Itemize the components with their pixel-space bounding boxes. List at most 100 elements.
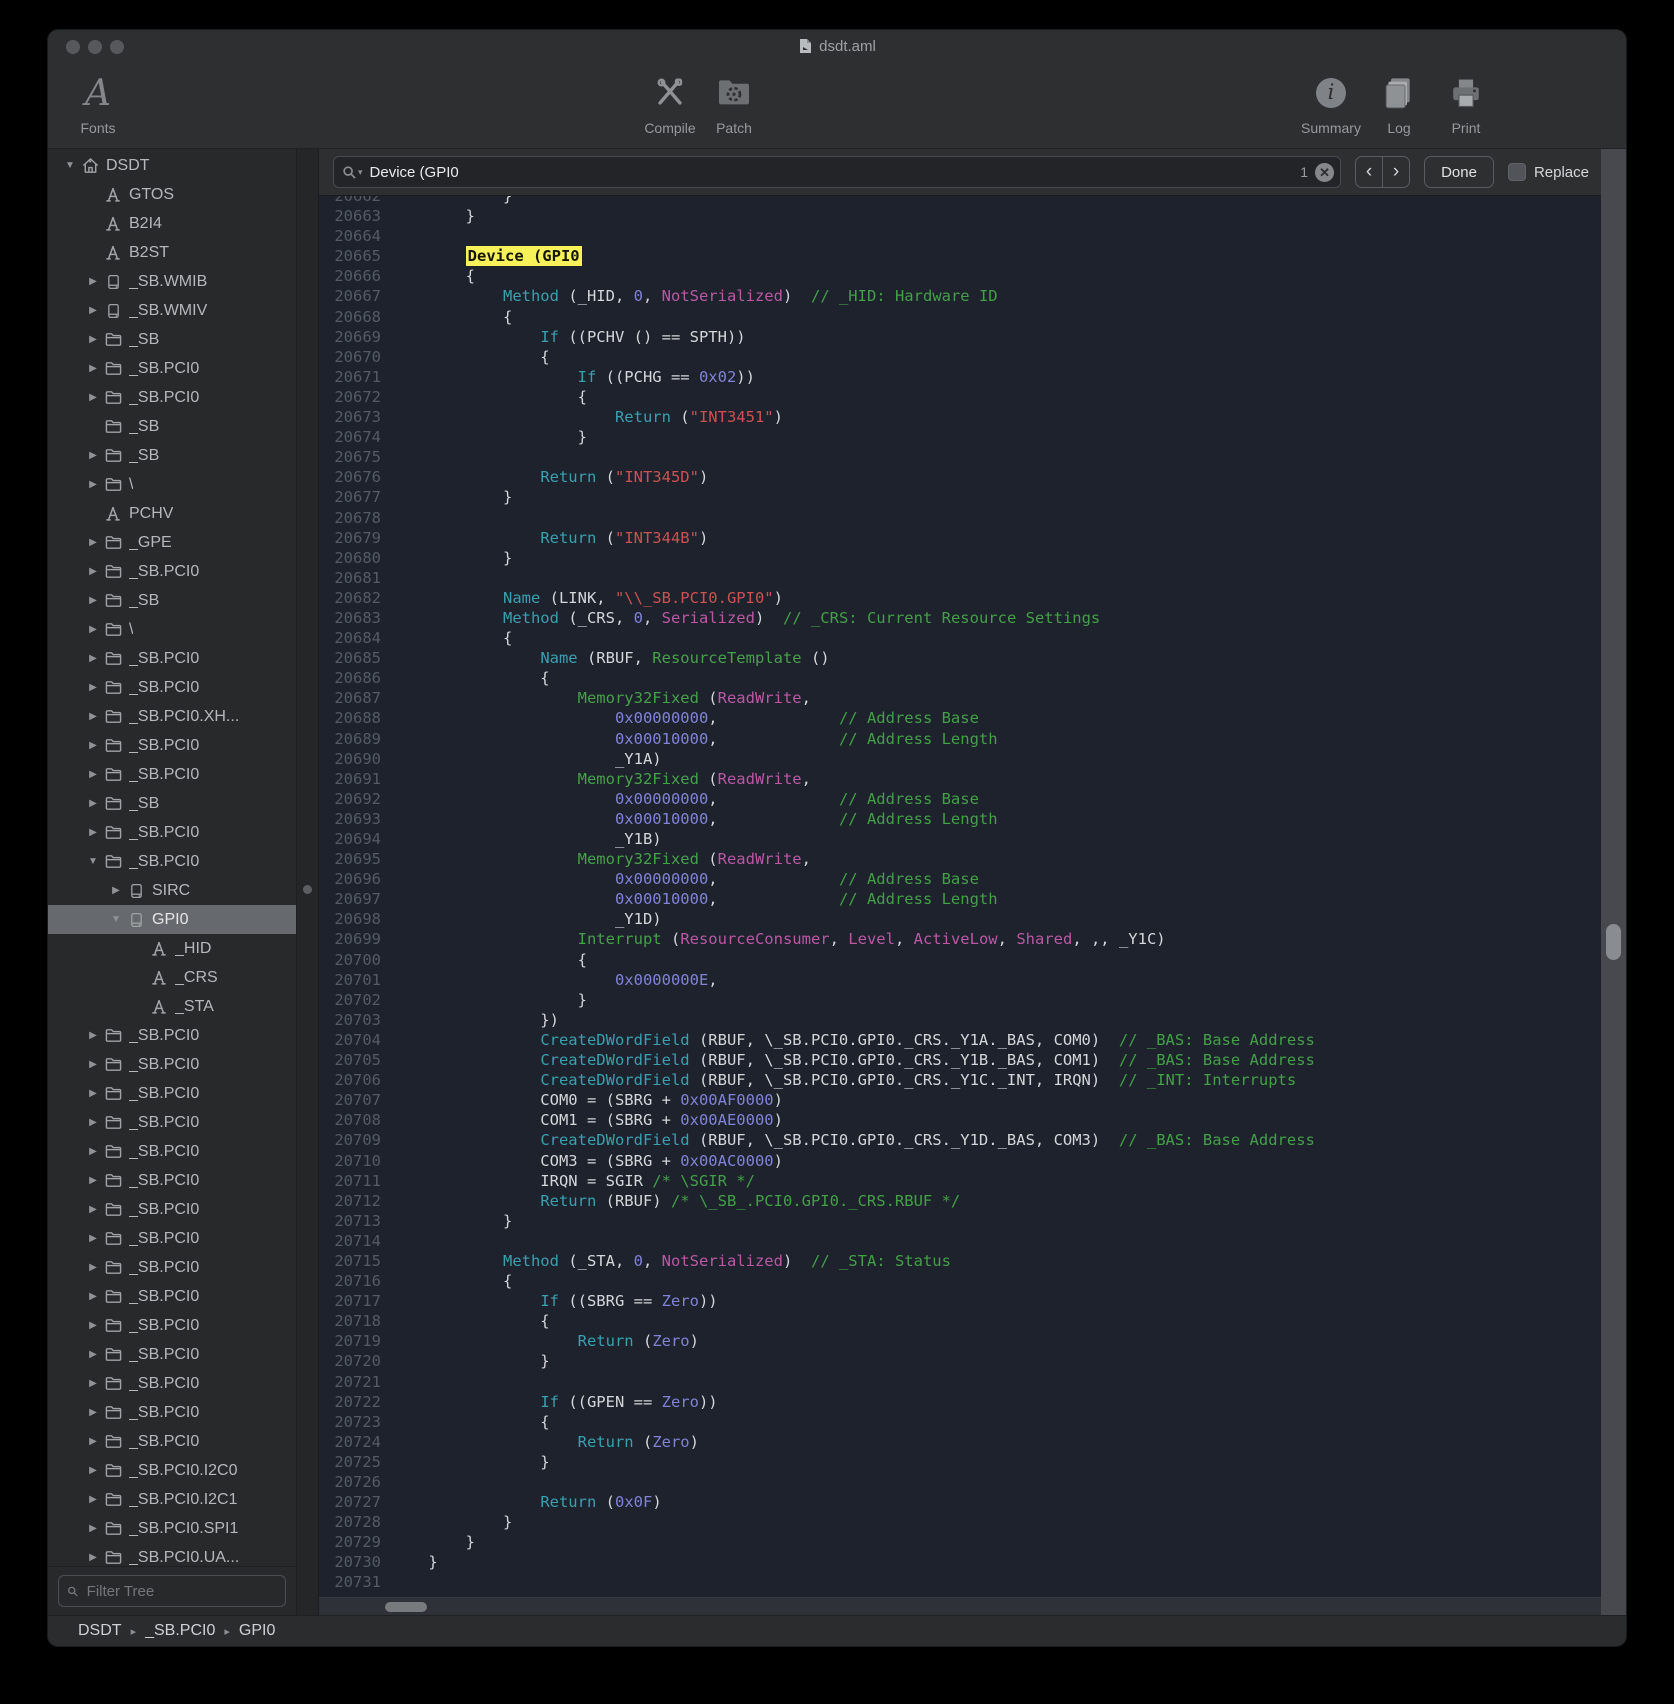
search-menu-chevron-icon[interactable]: ▾ (358, 167, 363, 178)
code-line[interactable]: 20667 Method (_HID, 0, NotSerialized) //… (319, 286, 1601, 306)
disclosure-right-icon[interactable]: ▶ (108, 885, 124, 896)
disclosure-right-icon[interactable]: ▶ (85, 740, 101, 751)
tree-item-sbpci0[interactable]: ▶_SB.PCI0 (48, 644, 296, 673)
code-line[interactable]: 20712 Return (RBUF) /* \_SB_.PCI0.GPI0._… (319, 1191, 1601, 1211)
disclosure-down-icon[interactable]: ▼ (62, 160, 78, 171)
code-line[interactable]: 20705 CreateDWordField (RBUF, \_SB.PCI0.… (319, 1050, 1601, 1070)
disclosure-right-icon[interactable]: ▶ (85, 1233, 101, 1244)
tree-item-sbpci0[interactable]: ▶_SB.PCI0 (48, 557, 296, 586)
vertical-scrollbar[interactable] (1601, 149, 1626, 1615)
disclosure-right-icon[interactable]: ▶ (85, 1262, 101, 1273)
filter-field[interactable] (58, 1575, 286, 1607)
fonts-button[interactable]: A Fonts (66, 68, 130, 136)
patch-button[interactable]: Patch (706, 68, 762, 136)
summary-button[interactable]: i Summary (1298, 68, 1364, 136)
tree-item-dsdt[interactable]: ▼DSDT (48, 151, 296, 180)
disclosure-right-icon[interactable]: ▶ (85, 276, 101, 287)
code-line[interactable]: 20673 Return ("INT3451") (319, 407, 1601, 427)
code-line[interactable]: 20714 (319, 1231, 1601, 1251)
code-line[interactable]: 20716 { (319, 1271, 1601, 1291)
tree-item-sbpci0[interactable]: ▶_SB.PCI0 (48, 1369, 296, 1398)
code-line[interactable]: 20709 CreateDWordField (RBUF, \_SB.PCI0.… (319, 1130, 1601, 1150)
tree-item-sb[interactable]: ▶_SB (48, 586, 296, 615)
tree-item-gtos[interactable]: GTOS (48, 180, 296, 209)
tree-item-sbpci0[interactable]: ▶_SB.PCI0 (48, 1050, 296, 1079)
code-line[interactable]: 20725 } (319, 1452, 1601, 1472)
splitter-handle-icon[interactable] (303, 885, 312, 894)
disclosure-right-icon[interactable]: ▶ (85, 1117, 101, 1128)
code-line[interactable]: 20671 If ((PCHG == 0x02)) (319, 367, 1601, 387)
tree-item-sbpci0i2c1[interactable]: ▶_SB.PCI0.I2C1 (48, 1485, 296, 1514)
tree-item-sbwmiv[interactable]: ▶_SB.WMIV (48, 296, 296, 325)
tree-item-sb[interactable]: ▶_SB (48, 789, 296, 818)
code-line[interactable]: 20687 Memory32Fixed (ReadWrite, (319, 688, 1601, 708)
breadcrumb-item-root[interactable]: DSDT (78, 1622, 122, 1640)
disclosure-right-icon[interactable]: ▶ (85, 334, 101, 345)
find-field[interactable]: ▾ 1 ✕ (333, 156, 1341, 188)
disclosure-right-icon[interactable]: ▶ (85, 1175, 101, 1186)
filter-tree-input[interactable] (85, 1582, 277, 1601)
code-line[interactable]: 20683 Method (_CRS, 0, Serialized) // _C… (319, 608, 1601, 628)
disclosure-right-icon[interactable]: ▶ (85, 1204, 101, 1215)
disclosure-right-icon[interactable]: ▶ (85, 1291, 101, 1302)
code-line[interactable]: 20698 _Y1D) (319, 909, 1601, 929)
code-line[interactable]: 20676 Return ("INT345D") (319, 467, 1601, 487)
disclosure-right-icon[interactable]: ▶ (85, 305, 101, 316)
code-line[interactable]: 20695 Memory32Fixed (ReadWrite, (319, 849, 1601, 869)
tree-item-sbpci0[interactable]: ▶_SB.PCI0 (48, 818, 296, 847)
disclosure-right-icon[interactable]: ▶ (85, 1349, 101, 1360)
disclosure-right-icon[interactable]: ▶ (85, 1407, 101, 1418)
tree-item-b2st[interactable]: B2ST (48, 238, 296, 267)
tree-item-sbpci0xh[interactable]: ▶_SB.PCI0.XH... (48, 702, 296, 731)
disclosure-right-icon[interactable]: ▶ (85, 1146, 101, 1157)
tree-item-sirc[interactable]: ▶SIRC (48, 876, 296, 905)
code-line[interactable]: 20713 } (319, 1211, 1601, 1231)
tree-item-sbpci0i2c0[interactable]: ▶_SB.PCI0.I2C0 (48, 1456, 296, 1485)
code-line[interactable]: 20693 0x00010000, // Address Length (319, 809, 1601, 829)
code-line[interactable]: 20684 { (319, 628, 1601, 648)
code-line[interactable]: 20696 0x00000000, // Address Base (319, 869, 1601, 889)
tree-item-b2i4[interactable]: B2I4 (48, 209, 296, 238)
tree-item-sbpci0ua[interactable]: ▶_SB.PCI0.UA... (48, 1543, 296, 1566)
code-line[interactable]: 20708 COM1 = (SBRG + 0x00AE0000) (319, 1110, 1601, 1130)
tree-item-sbpci0[interactable]: ▶_SB.PCI0 (48, 760, 296, 789)
code-line[interactable]: 20703 }) (319, 1010, 1601, 1030)
disclosure-right-icon[interactable]: ▶ (85, 1320, 101, 1331)
tree-item-sbpci0[interactable]: ▼_SB.PCI0 (48, 847, 296, 876)
tree-item-sbpci0[interactable]: ▶_SB.PCI0 (48, 1137, 296, 1166)
disclosure-right-icon[interactable]: ▶ (85, 1552, 101, 1563)
disclosure-right-icon[interactable]: ▶ (85, 1378, 101, 1389)
code-line[interactable]: 20677 } (319, 487, 1601, 507)
disclosure-right-icon[interactable]: ▶ (85, 653, 101, 664)
code-line[interactable]: 20664 (319, 226, 1601, 246)
tree-item-sbpci0[interactable]: ▶_SB.PCI0 (48, 1340, 296, 1369)
replace-checkbox[interactable] (1508, 163, 1526, 181)
code-line[interactable]: 20688 0x00000000, // Address Base (319, 708, 1601, 728)
disclosure-right-icon[interactable]: ▶ (85, 363, 101, 374)
code-line[interactable]: 20726 (319, 1472, 1601, 1492)
code-line[interactable]: 20710 COM3 = (SBRG + 0x00AC0000) (319, 1151, 1601, 1171)
find-previous-button[interactable]: ‹ (1356, 157, 1383, 187)
code-line[interactable]: 20729 } (319, 1532, 1601, 1552)
done-button[interactable]: Done (1424, 156, 1494, 188)
horizontal-scrollbar-thumb[interactable] (385, 1602, 427, 1612)
print-button[interactable]: Print (1440, 68, 1492, 136)
tree-item-sbpci0[interactable]: ▶_SB.PCI0 (48, 1398, 296, 1427)
code-line[interactable]: 20681 (319, 568, 1601, 588)
code-line[interactable]: 20685 Name (RBUF, ResourceTemplate () (319, 648, 1601, 668)
tree-item-sbpci0[interactable]: ▶_SB.PCI0 (48, 1166, 296, 1195)
disclosure-right-icon[interactable]: ▶ (85, 1088, 101, 1099)
code-line[interactable]: 20721 (319, 1372, 1601, 1392)
tree-item-sbpci0[interactable]: ▶_SB.PCI0 (48, 1427, 296, 1456)
tree-item-sb[interactable]: _SB (48, 412, 296, 441)
code-line[interactable]: 20718 { (319, 1311, 1601, 1331)
code-line[interactable]: 20700 { (319, 950, 1601, 970)
code-line[interactable]: 20699 Interrupt (ResourceConsumer, Level… (319, 929, 1601, 949)
code-line[interactable]: 20724 Return (Zero) (319, 1432, 1601, 1452)
disclosure-right-icon[interactable]: ▶ (85, 392, 101, 403)
tree-item-sbpci0[interactable]: ▶_SB.PCI0 (48, 673, 296, 702)
disclosure-right-icon[interactable]: ▶ (85, 595, 101, 606)
code-line[interactable]: 20665 Device (GPI0 (319, 246, 1601, 266)
log-button[interactable]: Log (1374, 68, 1424, 136)
disclosure-right-icon[interactable]: ▶ (85, 1465, 101, 1476)
